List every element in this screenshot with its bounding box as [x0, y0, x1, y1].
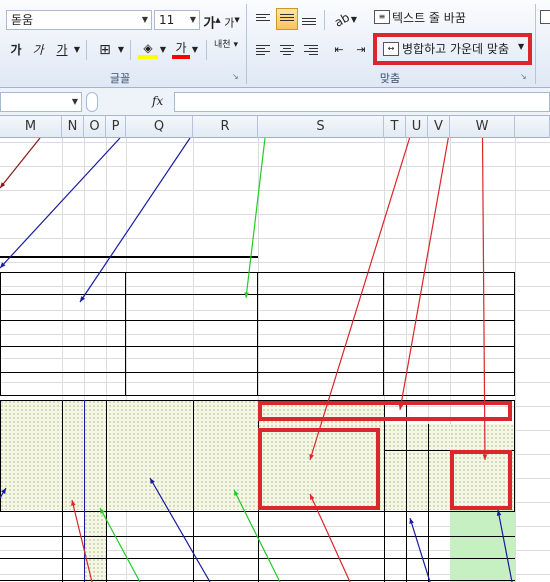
shrink-font-glyph: 가: [224, 16, 235, 30]
bold-button[interactable]: 가: [8, 40, 24, 60]
column-header-6[interactable]: S: [258, 116, 384, 138]
arrow-line: [497, 509, 513, 582]
formula-bar-splitter[interactable]: [86, 92, 98, 112]
phonetic-guide-button[interactable]: 내천 ▾: [212, 40, 240, 60]
separator: [130, 40, 131, 60]
arrow-line: [0, 138, 121, 269]
number-format-icon[interactable]: [540, 10, 550, 24]
font-color-button[interactable]: 가: [172, 38, 190, 59]
group-separator: [535, 4, 536, 84]
arrow-line: [99, 507, 141, 582]
arrow-line: [71, 499, 93, 582]
chevron-down-icon[interactable]: ▼: [158, 40, 168, 60]
chevron-down-icon[interactable]: ▼: [350, 10, 358, 30]
merge-center-highlight-box: [373, 33, 532, 65]
align-left-icon[interactable]: [256, 43, 270, 57]
align-top-icon[interactable]: [256, 12, 270, 23]
italic-button[interactable]: 가: [30, 40, 46, 60]
wrap-text-icon: ≡: [374, 10, 390, 24]
underline-button[interactable]: 가: [54, 40, 70, 60]
arrow-line: [149, 477, 211, 582]
column-header-9[interactable]: V: [428, 116, 450, 138]
column-header-1[interactable]: N: [62, 116, 84, 138]
increase-indent-icon[interactable]: ⇥: [352, 40, 370, 60]
font-group-label: 글꼴: [109, 72, 131, 85]
align-middle-icon: [280, 14, 294, 21]
fill-color-swatch: [138, 55, 158, 59]
column-header-10[interactable]: W: [450, 116, 515, 138]
arrow-line: [309, 138, 411, 461]
column-header-8[interactable]: U: [406, 116, 428, 138]
column-header-4[interactable]: Q: [126, 116, 193, 138]
ribbon: 돋움 ▼ 11 ▼ 가▲ 가▼ 가 가 가 ▼ ⊞ ▼ ◈ ▼ 가 ▼ 내천 ▾…: [0, 0, 550, 88]
chevron-down-icon[interactable]: ▼: [72, 93, 78, 111]
arrow-line: [233, 489, 281, 582]
align-center-icon[interactable]: [280, 43, 294, 57]
column-header-5[interactable]: R: [193, 116, 258, 138]
grow-font-glyph: 가: [203, 16, 216, 32]
phonetic-label: 내천: [214, 40, 231, 50]
column-header-2[interactable]: O: [84, 116, 106, 138]
chevron-down-icon[interactable]: ▼: [190, 11, 196, 29]
font-size-box[interactable]: 11 ▼: [154, 10, 200, 30]
align-bottom-icon[interactable]: [302, 16, 316, 27]
font-color-glyph: 가: [175, 41, 187, 55]
dialog-launcher-icon[interactable]: ↘: [232, 72, 239, 81]
arrowhead-icon: [398, 404, 404, 410]
group-separator: [246, 4, 247, 84]
separator: [324, 10, 325, 30]
font-size-value: 11: [159, 13, 175, 27]
align-middle-button[interactable]: [276, 8, 298, 30]
name-box[interactable]: ▼: [0, 92, 82, 112]
chevron-down-icon[interactable]: ▼: [142, 11, 148, 29]
font-color-swatch: [172, 55, 190, 59]
arrowhead-icon: [482, 454, 488, 460]
column-headers: MNOPQRSTUVW: [0, 116, 550, 138]
column-header-7[interactable]: T: [384, 116, 406, 138]
grow-font-button[interactable]: 가▲: [203, 10, 221, 32]
dialog-launcher-icon[interactable]: ↘: [520, 72, 527, 81]
arrowhead-icon: [80, 296, 86, 302]
column-header-0[interactable]: M: [0, 116, 62, 138]
chevron-down-icon[interactable]: ▼: [72, 40, 82, 60]
annotation-arrows: [0, 138, 513, 582]
arrow-line: [409, 517, 431, 582]
borders-icon: ⊞: [99, 42, 111, 58]
alignment-group-label: 맞춤: [379, 72, 401, 85]
font-name-box[interactable]: 돋움 ▼: [6, 10, 152, 30]
borders-button[interactable]: ⊞: [94, 40, 116, 60]
arrowhead-icon: [409, 518, 414, 524]
column-header-3[interactable]: P: [106, 116, 126, 138]
formula-bar: ▼ fx: [0, 88, 550, 116]
chevron-down-icon[interactable]: ▼: [116, 40, 126, 60]
paint-bucket-icon: ◈: [143, 41, 153, 55]
align-right-icon[interactable]: [304, 43, 318, 57]
formula-input[interactable]: [174, 92, 550, 112]
arrowhead-icon: [496, 510, 502, 516]
chevron-down-icon[interactable]: ▼: [190, 40, 200, 60]
fill-color-button[interactable]: ◈: [138, 38, 158, 59]
insert-function-button[interactable]: fx: [152, 94, 163, 108]
arrow-line: [399, 138, 449, 411]
shrink-font-button[interactable]: 가▼: [224, 10, 240, 30]
wrap-text-button[interactable]: 텍스트 줄 바꿈: [392, 10, 466, 26]
arrow-line: [309, 493, 351, 582]
separator: [86, 40, 87, 60]
font-name-value: 돋움: [11, 13, 34, 27]
arrow-line: [0, 138, 41, 189]
arrow-line: [481, 138, 486, 461]
decrease-indent-icon[interactable]: ⇤: [330, 40, 348, 60]
worksheet-grid[interactable]: [0, 138, 550, 582]
column-header[interactable]: [515, 116, 550, 138]
arrow-line: [245, 138, 266, 299]
separator: [206, 40, 207, 60]
arrowhead-icon: [309, 454, 314, 460]
